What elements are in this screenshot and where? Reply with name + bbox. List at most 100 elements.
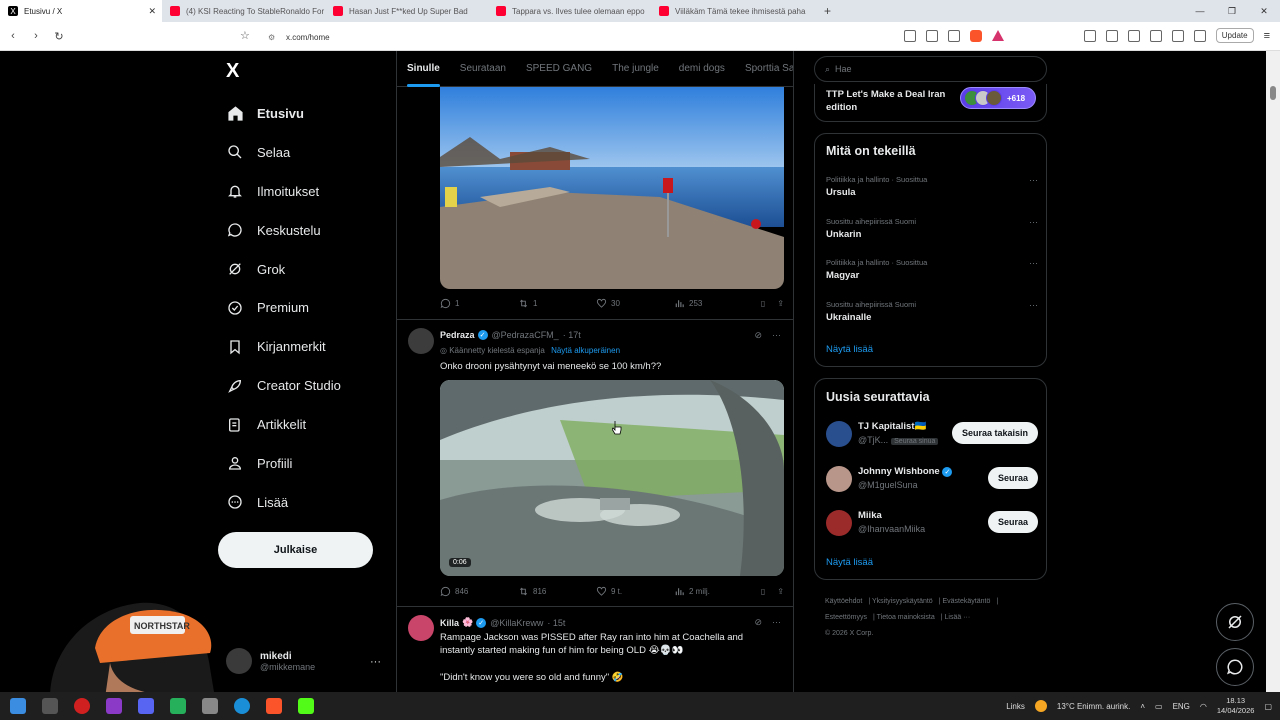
scrollbar-thumb[interactable] <box>1270 86 1276 100</box>
tab-following[interactable]: Seurataan <box>450 51 516 87</box>
network-icon[interactable]: ▭ <box>1155 702 1163 711</box>
show-more-link[interactable]: Näytä lisää <box>826 557 873 568</box>
sidebar-item-articles[interactable]: Artikkelit <box>226 405 341 444</box>
menu-icon[interactable]: ≡ <box>1264 30 1270 42</box>
close-icon[interactable]: ✕ <box>148 6 156 17</box>
messages-button[interactable] <box>1216 648 1254 686</box>
tab-for-you[interactable]: Sinulle <box>397 51 450 87</box>
brave-rewards-icon[interactable] <box>991 30 1004 41</box>
more-icon[interactable]: ··· <box>1029 175 1038 185</box>
chevron-up-icon[interactable]: ˄ <box>1140 702 1145 711</box>
bookmark-page-icon[interactable]: ☆ <box>240 29 250 42</box>
browser-tab-youtube[interactable]: (4) KSI Reacting To StableRonaldo For <box>162 0 325 22</box>
more-icon[interactable]: ··· <box>772 330 781 341</box>
footer-link[interactable]: Evästekäytäntö <box>942 598 990 605</box>
share-icon[interactable] <box>947 29 960 42</box>
post-time[interactable]: · 17t <box>563 330 581 340</box>
show-original-link[interactable]: Näytä alkuperäinen <box>551 346 620 355</box>
discord-icon[interactable] <box>138 698 154 714</box>
wallet-icon[interactable] <box>1149 29 1162 42</box>
sidebar-item-profile[interactable]: Profiili <box>226 444 341 483</box>
author-name[interactable]: Killa <box>440 618 459 628</box>
author-handle[interactable]: @KillaKreww <box>490 618 543 628</box>
tab-list[interactable]: Sporttia Sa <box>735 51 793 87</box>
browser-tab-youtube[interactable]: Viiläkäm Tämä tekee ihmisestä paha <box>651 0 814 22</box>
post-image[interactable] <box>440 87 784 289</box>
account-switcher[interactable]: mikedi @mikkemane <box>226 648 315 674</box>
footer-link[interactable]: Lisää ··· <box>945 614 971 621</box>
sidebar-item-grok[interactable]: Grok <box>226 250 341 289</box>
follow-suggestion[interactable]: Miika @IhanvaanMiika Seuraa <box>826 508 1038 542</box>
new-tab-button[interactable]: + <box>814 4 841 18</box>
page-scrollbar[interactable] <box>1266 51 1280 692</box>
footer-link[interactable]: Käyttöehdot <box>825 598 862 605</box>
translate-icon[interactable] <box>903 29 916 42</box>
reader-icon[interactable] <box>1083 29 1096 42</box>
forward-icon[interactable]: › <box>26 30 46 42</box>
more-icon[interactable]: ··· <box>1029 217 1038 227</box>
sidebar-item-messages[interactable]: Keskustelu <box>226 211 341 250</box>
tab-list[interactable]: demi dogs <box>669 51 735 87</box>
site-settings-icon[interactable]: ⚙ <box>268 33 275 42</box>
sidebar-item-explore[interactable]: Selaa <box>226 133 341 172</box>
footer-link[interactable]: Tietoa mainoksista <box>877 614 935 621</box>
trend-item[interactable]: Suosittu aihepiirissä Suomi Unkarin ··· <box>826 217 1038 240</box>
post-time[interactable]: · 15t <box>547 618 565 628</box>
sidebar-icon[interactable] <box>1127 29 1140 42</box>
sidebar-item-bookmarks[interactable]: Kirjanmerkit <box>226 327 341 366</box>
live-space-card[interactable]: TTP Let's Make a Deal Iran edition +618 <box>814 84 1047 122</box>
app-icon[interactable] <box>202 698 218 714</box>
trend-item[interactable]: Suosittu aihepiirissä Suomi Ukrainalle ·… <box>826 300 1038 323</box>
browser-tab-youtube[interactable]: Tappara vs. Ilves tulee olemaan eppo <box>488 0 651 22</box>
views-button[interactable]: 253 <box>674 298 752 309</box>
more-icon[interactable]: ··· <box>370 656 381 668</box>
clock[interactable]: 18.13 14/04/2026 <box>1217 696 1255 716</box>
repost-button[interactable]: 816 <box>518 586 596 597</box>
reply-button[interactable]: 846 <box>440 586 518 597</box>
maximize-icon[interactable]: ❐ <box>1216 0 1248 22</box>
views-button[interactable]: 2 milj. <box>674 586 752 597</box>
more-icon[interactable]: ··· <box>1029 300 1038 310</box>
x-logo[interactable]: X <box>226 60 239 83</box>
bookmark-icon[interactable]: ▯ <box>761 587 765 596</box>
show-more-link[interactable]: Näytä lisää <box>826 344 873 355</box>
author-handle[interactable]: @PedrazaCFM_ <box>492 330 559 340</box>
cast-icon[interactable] <box>925 29 938 42</box>
wifi-icon[interactable]: ◠ <box>1200 702 1207 711</box>
grok-icon[interactable]: ⊘ <box>754 617 762 628</box>
footer-link[interactable]: Yksityisyyskäytäntö <box>872 598 933 605</box>
reply-button[interactable]: 1 <box>440 298 518 309</box>
browser-tab-x[interactable]: X Etusivu / X ✕ <box>0 0 162 22</box>
notification-icon[interactable]: ▢ <box>1264 702 1272 711</box>
post-button[interactable]: Julkaise <box>218 532 373 568</box>
media-icon[interactable] <box>1105 29 1118 42</box>
avatar[interactable] <box>408 328 434 354</box>
brave-icon[interactable] <box>266 698 282 714</box>
post-video[interactable]: 0:06 <box>440 380 784 576</box>
browser-tab-youtube[interactable]: Hasan Just F**ked Up Super Bad <box>325 0 488 22</box>
like-button[interactable]: 9 t. <box>596 586 674 597</box>
sidebar-item-premium[interactable]: Premium <box>226 288 341 327</box>
links-toolbar[interactable]: Links <box>1006 702 1025 711</box>
follow-suggestion[interactable]: Johnny Wishbone ✓ @M1guelSuna Seuraa <box>826 464 1038 498</box>
app-icon[interactable] <box>106 698 122 714</box>
footer-link[interactable]: Esteettömyys <box>825 614 867 621</box>
sidebar-item-more[interactable]: Lisää <box>226 483 341 522</box>
follow-suggestion[interactable]: TJ Kapitalist🇺🇦 @TjK... Seuraa sinua Seur… <box>826 419 1038 453</box>
tab-list[interactable]: The jungle <box>602 51 669 87</box>
sidebar-item-home[interactable]: Etusivu <box>226 94 341 133</box>
grok-icon[interactable]: ⊘ <box>754 330 762 341</box>
minimize-icon[interactable]: — <box>1184 0 1216 22</box>
weather-text[interactable]: 13°C Enimm. aurink. <box>1057 702 1130 711</box>
extensions-icon[interactable] <box>1171 29 1184 42</box>
tab-list[interactable]: SPEED GANG <box>516 51 602 87</box>
trend-item[interactable]: Politiikka ja hallinto · Suosittua Magya… <box>826 258 1038 281</box>
search-input[interactable]: ⌕ Hae <box>814 56 1047 82</box>
bookmark-icon[interactable]: ▯ <box>761 299 765 308</box>
vpn-icon[interactable] <box>1193 29 1206 42</box>
edge-icon[interactable] <box>234 698 250 714</box>
share-icon[interactable]: ⇪ <box>777 299 784 308</box>
follow-button[interactable]: Seuraa <box>987 511 1038 533</box>
like-button[interactable]: 30 <box>596 298 674 309</box>
update-button[interactable]: Update <box>1215 28 1254 43</box>
